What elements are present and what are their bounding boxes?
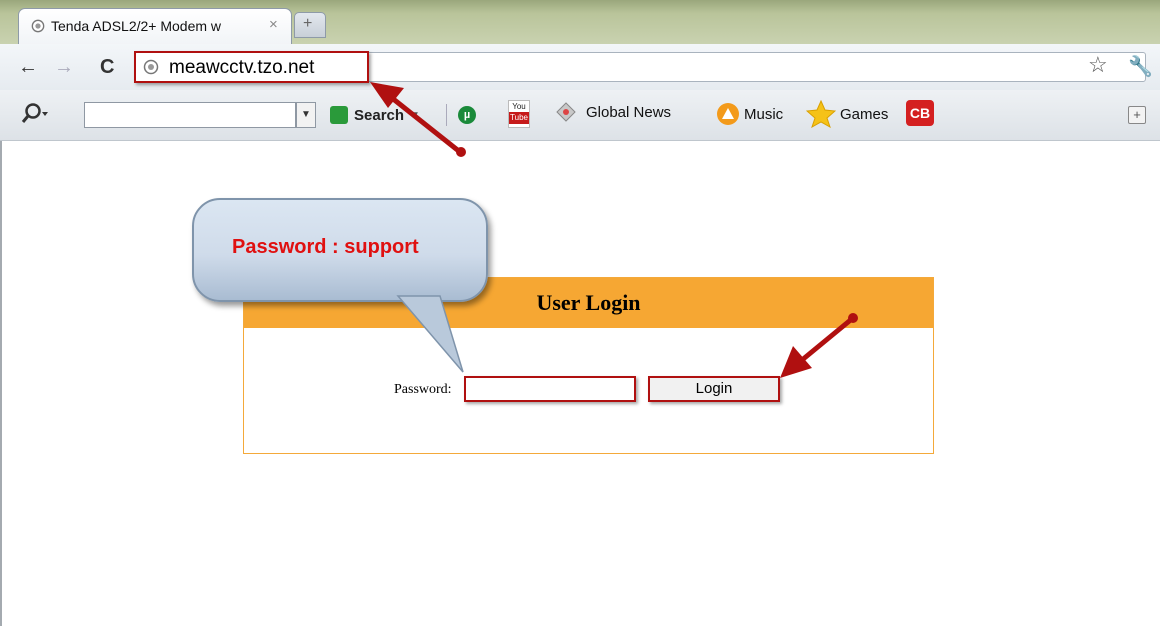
wrench-icon[interactable]: 🔧 xyxy=(1128,54,1153,79)
close-icon[interactable]: × xyxy=(269,16,278,33)
cb-icon[interactable]: CB xyxy=(906,100,934,126)
bookmarks-toolbar: ▼ Search ▼ µ You Tube Global News Music … xyxy=(0,90,1160,141)
toolbar-search-input[interactable] xyxy=(84,102,296,128)
login-panel: User Login Password: Login xyxy=(243,277,934,454)
plus-icon: + xyxy=(303,15,313,32)
toolbar-item-music[interactable]: Music xyxy=(716,102,783,126)
login-button[interactable]: Login xyxy=(648,376,780,402)
toolbar-item-games[interactable]: Games xyxy=(806,100,888,128)
youtube-icon[interactable]: You Tube xyxy=(508,100,530,128)
tab-title: Tenda ADSL2/2+ Modem w xyxy=(51,18,222,34)
toolbar-item-global-news[interactable]: Global News xyxy=(556,102,671,122)
password-label: Password: xyxy=(394,382,452,397)
back-arrow-icon[interactable]: ← xyxy=(18,56,38,79)
chevron-down-icon: ▼ xyxy=(410,109,420,121)
url-highlight-box xyxy=(134,51,369,83)
browser-titlebar: Tenda ADSL2/2+ Modem w × + xyxy=(0,0,1160,45)
toolbar-search-button[interactable]: Search ▼ xyxy=(330,104,420,126)
chevron-down-icon[interactable]: ▼ xyxy=(296,102,316,128)
password-hint-callout: Password : support xyxy=(192,198,488,302)
arrow-right-icon xyxy=(330,106,348,124)
new-tab-button[interactable]: + xyxy=(294,12,326,38)
news-icon xyxy=(556,102,576,122)
globe-icon xyxy=(31,19,45,33)
toolbar-divider xyxy=(446,104,447,126)
music-icon xyxy=(717,103,739,125)
toolbar-search-label: Search xyxy=(354,106,405,124)
window-edge xyxy=(0,141,2,626)
reload-icon[interactable]: C xyxy=(100,56,114,79)
star-icon xyxy=(806,100,836,128)
browser-tab[interactable]: Tenda ADSL2/2+ Modem w × xyxy=(18,8,292,45)
url-arrow-dot xyxy=(456,147,466,157)
add-icon[interactable]: + xyxy=(1128,106,1146,124)
forward-arrow-icon[interactable]: → xyxy=(54,56,74,79)
callout-text: Password : support xyxy=(232,236,419,258)
bookmark-star-icon[interactable]: ☆ xyxy=(1088,52,1108,78)
utorrent-icon[interactable]: µ xyxy=(458,106,476,124)
search-icon[interactable] xyxy=(20,102,50,126)
password-field[interactable] xyxy=(464,376,636,402)
